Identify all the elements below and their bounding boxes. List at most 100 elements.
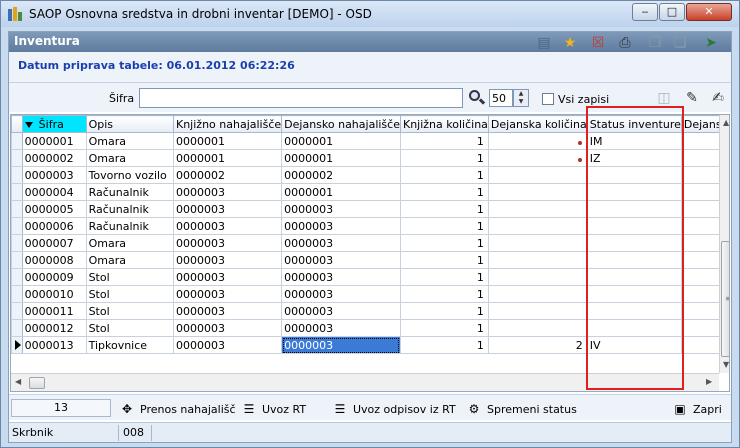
horizontal-scrollbar[interactable]: ◀ ▶ (11, 373, 719, 391)
column-header-status-inventure[interactable]: Status inventure (586, 115, 682, 133)
column-header-opis[interactable]: Opis (85, 115, 175, 133)
cell-opis[interactable]: Stol (85, 285, 175, 303)
cell-dejanska-kolicina[interactable] (487, 234, 588, 252)
row-indicator[interactable] (11, 336, 23, 354)
table-row[interactable]: 0000005 Računalnik 0000003 0000003 1 (11, 200, 729, 218)
cell-dejansko-nahajalisce[interactable]: 0000002 (281, 166, 401, 184)
stepper-up-icon[interactable]: ▲ (514, 90, 528, 98)
minimize-button[interactable]: ‒ (632, 3, 658, 21)
cell-status-inventure[interactable] (586, 217, 682, 235)
cell-dejansko-nahajalisce[interactable]: 0000003 (281, 200, 401, 218)
cell-knjizno-nahajalisce[interactable]: 0000003 (172, 183, 283, 201)
stepper-down-icon[interactable]: ▼ (514, 98, 528, 106)
table-row[interactable]: 0000002 Omara 0000001 0000001 1 IZ (11, 149, 729, 167)
cell-knjizno-nahajalisce[interactable]: 0000003 (172, 234, 283, 252)
copy-icon[interactable]: ❐ (645, 34, 665, 52)
cell-knjizno-nahajalisce[interactable]: 0000003 (172, 251, 283, 269)
cell-dejansko-nahajalisce[interactable]: 0000003 (281, 285, 401, 303)
table-row[interactable]: 0000001 Omara 0000001 0000001 1 IM (11, 132, 729, 150)
cell-knjizno-nahajalisce[interactable]: 0000003 (172, 285, 283, 303)
cell-opis[interactable]: Omara (85, 234, 175, 252)
export-icon[interactable]: ➤ (701, 34, 721, 52)
cell-sifra[interactable]: 0000011 (21, 302, 87, 320)
column-header-sifra[interactable]: Šifra (21, 115, 87, 133)
cell-knjizno-nahajalisce[interactable]: 0000003 (172, 200, 283, 218)
cell-sifra[interactable]: 0000008 (21, 251, 87, 269)
title-bar[interactable]: SAOP Osnovna sredstva in drobni inventar… (1, 1, 739, 27)
cell-dejansko-nahajalisce[interactable]: 0000003 (281, 336, 401, 354)
cell-knjizno-nahajalisce[interactable]: 0000003 (172, 302, 283, 320)
cell-knjizna-kolicina[interactable]: 1 (399, 336, 489, 354)
cell-dejanska-kolicina[interactable] (487, 251, 588, 269)
cell-dejansko-nahajalisce[interactable]: 0000003 (281, 302, 401, 320)
close-button[interactable]: ▣ Zapri (672, 399, 722, 419)
cell-sifra[interactable]: 0000004 (21, 183, 87, 201)
cell-dejanska-kolicina[interactable] (487, 132, 588, 150)
table-row[interactable]: 0000004 Računalnik 0000003 0000001 1 (11, 183, 729, 201)
cell-opis[interactable]: Tipkovnice (85, 336, 175, 354)
cell-opis[interactable]: Računalnik (85, 183, 175, 201)
row-indicator[interactable] (11, 166, 23, 184)
row-indicator[interactable] (11, 302, 23, 320)
cell-opis[interactable]: Tovorno vozilo (85, 166, 175, 184)
cell-dejanska-kolicina[interactable] (487, 319, 588, 337)
edit-icon[interactable]: ✎ (682, 89, 702, 107)
cell-opis[interactable]: Računalnik (85, 200, 175, 218)
cell-status-inventure[interactable] (586, 285, 682, 303)
table-row[interactable]: 0000012 Stol 0000003 0000003 1 (11, 319, 729, 337)
horizontal-scroll-thumb[interactable] (29, 377, 45, 389)
cell-knjizno-nahajalisce[interactable]: 0000003 (172, 268, 283, 286)
vertical-scroll-thumb[interactable]: ≡ (721, 241, 729, 357)
cell-knjizno-nahajalisce[interactable]: 0000003 (172, 217, 283, 235)
cell-knjizna-kolicina[interactable]: 1 (399, 234, 489, 252)
column-header-knjizna-kolicina[interactable]: Knjižna količina (399, 115, 489, 133)
cell-dejanska-kolicina[interactable] (487, 302, 588, 320)
sifra-search-input[interactable] (139, 88, 463, 108)
record-limit-input[interactable] (489, 89, 513, 107)
all-records-checkbox[interactable] (542, 93, 554, 105)
delete-icon[interactable]: ☒ (588, 34, 608, 52)
row-indicator[interactable] (11, 319, 23, 337)
scroll-left-icon[interactable]: ◀ (15, 377, 21, 386)
close-window-button[interactable]: ✕ (686, 3, 732, 21)
cell-knjizna-kolicina[interactable]: 1 (399, 268, 489, 286)
row-indicator[interactable] (11, 285, 23, 303)
table-row[interactable]: 0000011 Stol 0000003 0000003 1 (11, 302, 729, 320)
table-row[interactable]: 0000008 Omara 0000003 0000003 1 (11, 251, 729, 269)
cell-dejansko-nahajalisce[interactable]: 0000001 (281, 132, 401, 150)
cell-dejansko-nahajalisce[interactable]: 0000003 (281, 234, 401, 252)
row-indicator[interactable] (11, 183, 23, 201)
cell-sifra[interactable]: 0000002 (21, 149, 87, 167)
cell-opis[interactable]: Stol (85, 302, 175, 320)
cell-knjizna-kolicina[interactable]: 1 (399, 285, 489, 303)
cell-opis[interactable]: Omara (85, 251, 175, 269)
cell-sifra[interactable]: 0000003 (21, 166, 87, 184)
cell-status-inventure[interactable] (586, 200, 682, 218)
cell-status-inventure[interactable]: IV (586, 336, 682, 354)
cell-sifra[interactable]: 0000005 (21, 200, 87, 218)
cell-dejansko-nahajalisce[interactable]: 0000003 (281, 217, 401, 235)
cell-status-inventure[interactable]: IM (586, 132, 682, 150)
cell-knjizno-nahajalisce[interactable]: 0000002 (172, 166, 283, 184)
cell-opis[interactable]: Omara (85, 132, 175, 150)
cell-knjizna-kolicina[interactable]: 1 (399, 319, 489, 337)
cell-dejansko-nahajalisce[interactable]: 0000003 (281, 251, 401, 269)
cell-dejanska-kolicina[interactable] (487, 268, 588, 286)
cell-sifra[interactable]: 0000010 (21, 285, 87, 303)
cell-dejanska-kolicina[interactable] (487, 217, 588, 235)
table-row[interactable]: 0000003 Tovorno vozilo 0000002 0000002 1 (11, 166, 729, 184)
cell-knjizno-nahajalisce[interactable]: 0000003 (172, 336, 283, 354)
cell-opis[interactable]: Stol (85, 268, 175, 286)
cell-opis[interactable]: Računalnik (85, 217, 175, 235)
row-indicator[interactable] (11, 251, 23, 269)
cell-knjizna-kolicina[interactable]: 1 (399, 166, 489, 184)
column-header-dejansko-nahajalisce[interactable]: Dejansko nahajališče (281, 115, 401, 133)
import-rt-button[interactable]: ☰ Uvoz RT (241, 399, 307, 419)
transfer-location-button[interactable]: ✥ Prenos nahajališč (119, 399, 236, 419)
cell-sifra[interactable]: 0000006 (21, 217, 87, 235)
scroll-right-icon[interactable]: ▶ (706, 377, 712, 386)
cell-sifra[interactable]: 0000001 (21, 132, 87, 150)
cell-dejanska-kolicina[interactable] (487, 166, 588, 184)
new-document-icon[interactable]: ◫ (654, 89, 674, 107)
scroll-up-icon[interactable]: ▲ (723, 118, 729, 127)
